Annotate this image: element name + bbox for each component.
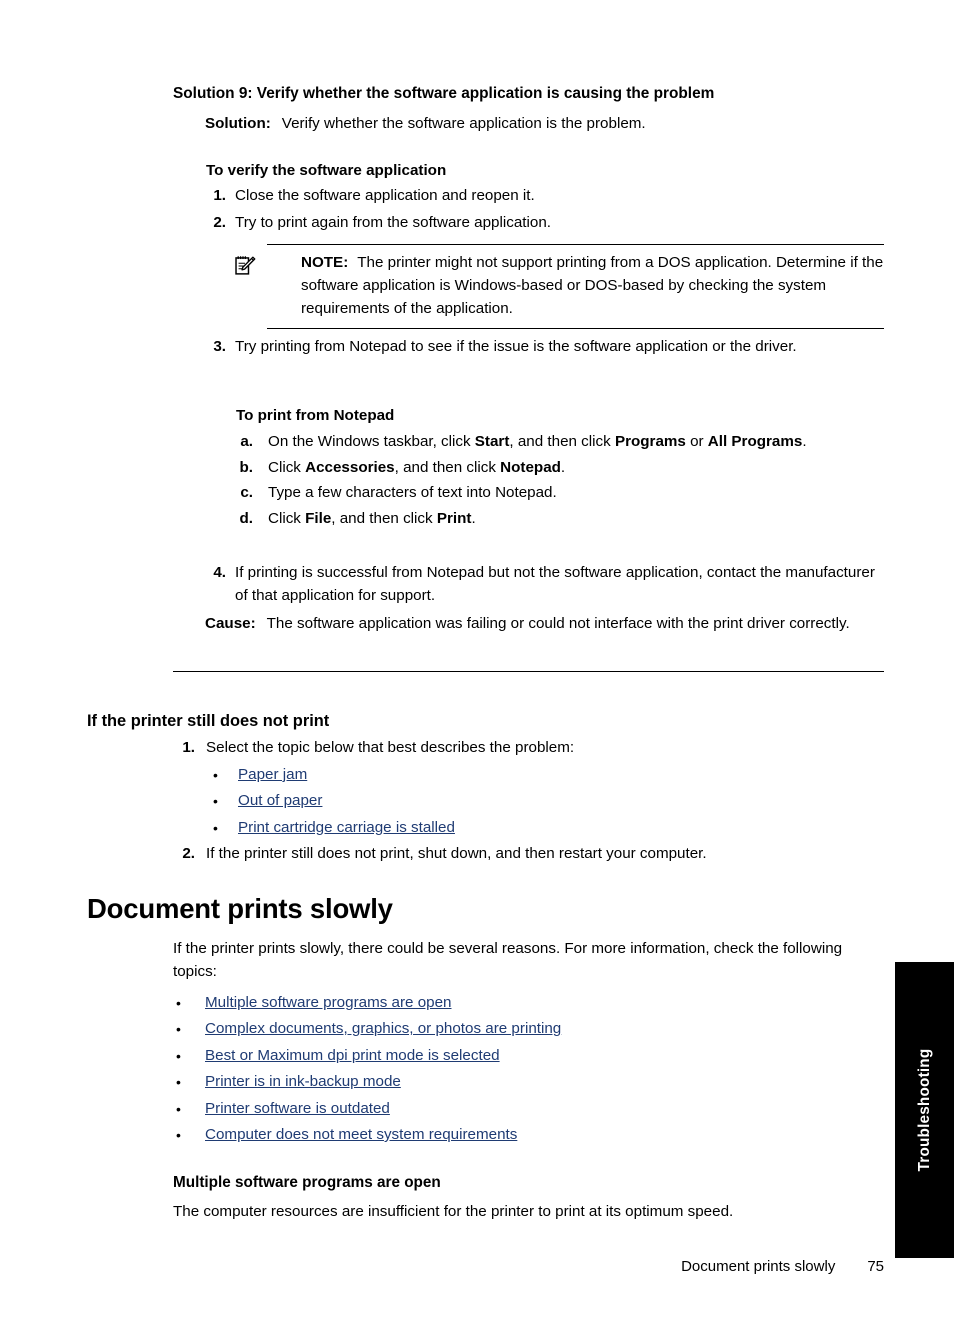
cause-label: Cause: — [205, 615, 256, 632]
bullet-icon: • — [176, 1074, 181, 1091]
note-content: NOTE: The printer might not support print… — [235, 252, 884, 320]
list-marker: 3. — [213, 338, 226, 355]
list-text: If printing is successful from Notepad b… — [235, 564, 875, 604]
page-number: 75 — [867, 1258, 884, 1275]
footer-title: Document prints slowly — [681, 1258, 836, 1275]
link-out-of-paper[interactable]: Out of paper — [238, 792, 322, 809]
list-item: 3. Try printing from Notepad to see if t… — [204, 336, 888, 359]
bullet-icon: • — [176, 1100, 181, 1117]
list-item: • Print cartridge carriage is stalled — [208, 815, 888, 842]
bullet-icon: • — [176, 1127, 181, 1144]
link-multiple-software-programs-are-open[interactable]: Multiple software programs are open — [205, 994, 452, 1011]
solution-text: Verify whether the software application … — [281, 115, 646, 132]
bullet-icon: • — [176, 1021, 181, 1038]
bullet-icon: • — [213, 766, 218, 783]
list-item: 1. Select the topic below that best desc… — [173, 737, 888, 841]
list-item: d. Click File, and then click Print. — [235, 508, 888, 531]
list-item: 2. Try to print again from the software … — [204, 212, 888, 235]
list-text: On the Windows taskbar, click Start, and… — [268, 433, 807, 450]
side-tab-troubleshooting: Troubleshooting — [895, 962, 954, 1258]
cause-text: The software application was failing or … — [266, 615, 850, 632]
list-item: • Printer is in ink-backup mode — [173, 1069, 888, 1095]
multiple-programs-paragraph: The computer resources are insufficient … — [173, 1203, 734, 1220]
list-marker: 1. — [182, 739, 195, 756]
verify-software-heading: To verify the software application — [206, 162, 447, 179]
list-item: b. Click Accessories, and then click Not… — [235, 457, 888, 480]
list-marker: 1. — [213, 187, 226, 204]
side-tab-label: Troubleshooting — [915, 1048, 933, 1172]
list-item: a. On the Windows taskbar, click Start, … — [235, 431, 888, 454]
still-not-print-heading: If the printer still does not print — [87, 712, 330, 730]
link-paper-jam[interactable]: Paper jam — [238, 766, 307, 783]
still-not-print-list: 1. Select the topic below that best desc… — [173, 737, 888, 866]
bullet-icon: • — [213, 793, 218, 810]
list-item: 2. If the printer still does not print, … — [173, 843, 888, 866]
list-marker: a. — [240, 433, 253, 450]
link-best-or-maximum-dpi-print-mode-is-selected[interactable]: Best or Maximum dpi print mode is select… — [205, 1047, 500, 1064]
link-print-cartridge-carriage-is-stalled[interactable]: Print cartridge carriage is stalled — [238, 819, 455, 836]
list-marker: 2. — [213, 213, 226, 231]
list-item: • Computer does not meet system requirem… — [173, 1122, 888, 1148]
document-slow-intro: If the printer prints slowly, there coul… — [173, 940, 843, 980]
list-item: • Out of paper — [208, 788, 888, 815]
list-text: Type a few characters of text into Notep… — [268, 484, 557, 502]
verify-steps-list: 1. Close the software application and re… — [204, 185, 888, 234]
list-item: • Complex documents, graphics, or photos… — [173, 1016, 888, 1042]
cause-statement: Cause: The software application was faili… — [205, 613, 888, 636]
bullet-icon: • — [176, 995, 181, 1011]
solution-label: Solution: — [205, 115, 271, 132]
list-text: Try to print again from the software app… — [235, 213, 551, 231]
section-divider — [173, 671, 884, 672]
list-item: • Multiple software programs are open — [173, 990, 888, 1016]
link-computer-does-not-meet-system-requirements[interactable]: Computer does not meet system requiremen… — [205, 1126, 517, 1143]
page-title: Document prints slowly — [87, 893, 393, 924]
list-item: • Best or Maximum dpi print mode is sele… — [173, 1043, 888, 1069]
bullet-icon: • — [213, 819, 218, 836]
bullet-icon: • — [176, 1047, 181, 1064]
list-item: 4. If printing is successful from Notepa… — [204, 562, 888, 607]
list-item: c. Type a few characters of text into No… — [235, 482, 888, 505]
link-printer-software-is-outdated[interactable]: Printer software is outdated — [205, 1100, 390, 1117]
list-marker: b. — [239, 458, 254, 476]
solution-statement: Solution: Verify whether the software app… — [205, 113, 888, 135]
note-pencil-icon — [235, 256, 256, 275]
page-footer: Document prints slowly 75 — [173, 1257, 884, 1277]
document-slow-links: • Multiple software programs are open • … — [173, 990, 888, 1148]
step-4-list: 4. If printing is successful from Notepa… — [204, 562, 888, 607]
list-item: • Printer software is outdated — [173, 1096, 888, 1122]
list-text: Try printing from Notepad to see if the … — [235, 338, 797, 355]
list-marker: c. — [240, 484, 253, 502]
list-text: If the printer still does not print, shu… — [206, 845, 707, 863]
step-3-list: 3. Try printing from Notepad to see if t… — [204, 336, 888, 359]
link-complex-documents-graphics-or-photos-are-printing[interactable]: Complex documents, graphics, or photos a… — [205, 1020, 561, 1037]
link-printer-is-in-ink-backup-mode[interactable]: Printer is in ink-backup mode — [205, 1073, 401, 1090]
notepad-steps-list: a. On the Windows taskbar, click Start, … — [235, 431, 888, 530]
list-marker: d. — [239, 509, 254, 527]
still-not-print-links: • Paper jam • Out of paper • Print cartr… — [206, 762, 888, 842]
list-text: Select the topic below that best describ… — [206, 739, 575, 756]
note-label: NOTE: — [301, 254, 349, 271]
note-callout: NOTE: The printer might not support print… — [235, 244, 884, 330]
list-marker: 4. — [213, 564, 226, 581]
document-page: Solution 9: Verify whether the software … — [0, 0, 954, 1321]
list-marker: 2. — [182, 845, 195, 863]
multiple-programs-heading: Multiple software programs are open — [173, 1174, 441, 1191]
list-text: Click File, and then click Print. — [268, 509, 476, 527]
note-text: The printer might not support printing f… — [301, 254, 884, 317]
list-item: 1. Close the software application and re… — [204, 185, 888, 208]
list-text: Close the software application and reope… — [235, 187, 535, 204]
solution9-heading: Solution 9: Verify whether the software … — [173, 85, 715, 102]
print-from-notepad-heading: To print from Notepad — [236, 407, 395, 424]
list-item: • Paper jam — [208, 762, 888, 789]
list-text: Click Accessories, and then click Notepa… — [268, 458, 566, 476]
